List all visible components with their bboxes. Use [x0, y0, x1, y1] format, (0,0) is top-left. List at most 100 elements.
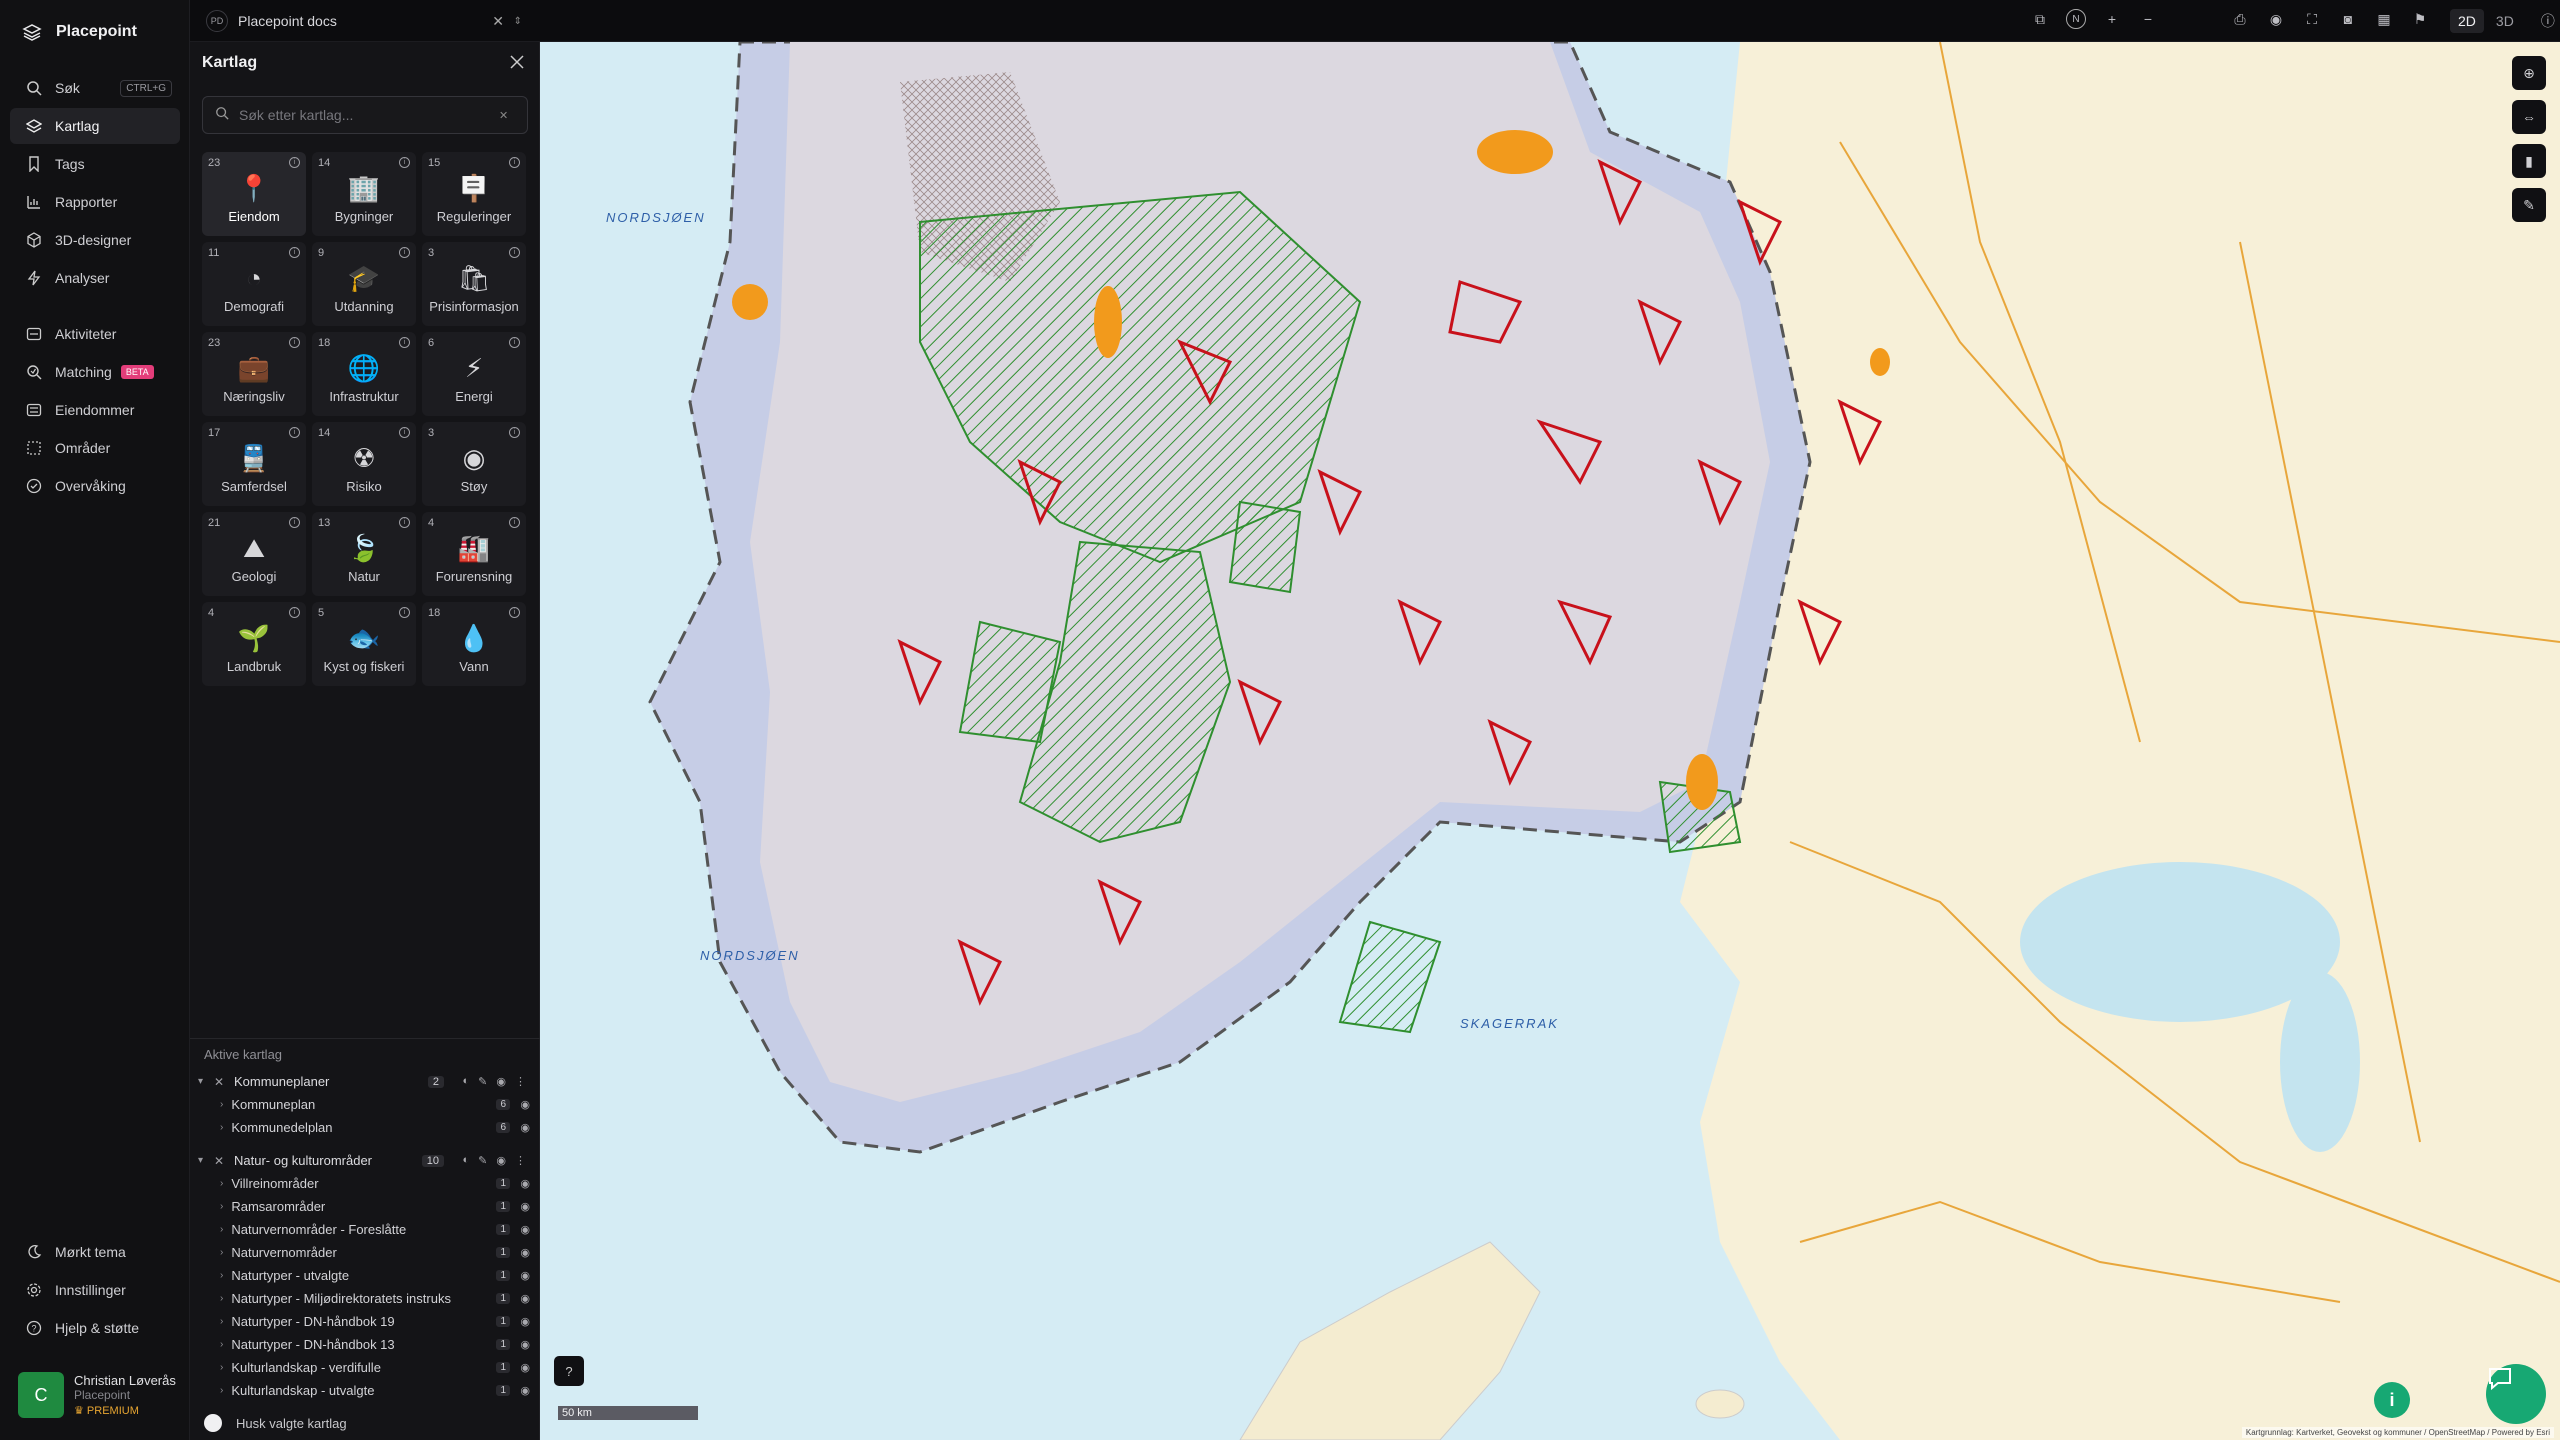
nav-item-monitoring[interactable]: Overvåking — [10, 468, 180, 504]
eye-icon[interactable]: ◉ — [520, 1315, 530, 1328]
chevron-down-icon[interactable]: ▾ — [198, 1155, 210, 1166]
chevron-right-icon[interactable]: › — [220, 1099, 223, 1110]
fullscreen-icon[interactable]: ⛶ — [2302, 9, 2322, 29]
layer-item[interactable]: › Naturtyper - utvalgte 1 ◉ — [190, 1264, 540, 1287]
clear-icon[interactable]: ✕ — [499, 109, 508, 122]
mode-3d-button[interactable]: 3D — [2488, 9, 2522, 33]
nav-item-analyses[interactable]: Analyser — [10, 260, 180, 296]
draw-icon[interactable]: ✎ — [2512, 188, 2546, 222]
eye-icon[interactable]: ◉ — [520, 1121, 530, 1134]
layer-item[interactable]: › Villreinområder 1 ◉ — [190, 1172, 540, 1195]
chevron-updown-icon[interactable]: ⇕ — [514, 16, 522, 27]
nav-item-3d-designer[interactable]: 3D-designer — [10, 222, 180, 258]
map-help-button[interactable]: ? — [554, 1356, 584, 1386]
info-icon[interactable]: i — [509, 427, 520, 438]
info-icon[interactable]: i — [399, 247, 410, 258]
remove-icon[interactable]: ✕ — [214, 1154, 228, 1168]
info-icon[interactable]: i — [509, 157, 520, 168]
info-icon[interactable]: i — [399, 337, 410, 348]
brand[interactable]: Placepoint — [22, 22, 137, 42]
nav-item-help[interactable]: ? Hjelp & støtte — [10, 1310, 180, 1346]
info-icon[interactable]: i — [289, 517, 300, 528]
chat-button[interactable] — [2486, 1364, 2546, 1424]
info-icon[interactable]: i — [289, 337, 300, 348]
chevron-right-icon[interactable]: › — [220, 1224, 223, 1235]
category-tile[interactable]: 3 i 🛍 Prisinformasjon — [422, 242, 526, 326]
info-icon[interactable]: i — [399, 427, 410, 438]
eye-icon[interactable]: ◉ — [520, 1223, 530, 1236]
nav-item-layers[interactable]: Kartlag — [10, 108, 180, 144]
close-icon[interactable] — [507, 52, 527, 72]
category-tile[interactable]: 3 i ◉ Støy — [422, 422, 526, 506]
eye-icon[interactable]: ◉ — [520, 1246, 530, 1259]
nav-item-dark-theme[interactable]: Mørkt tema — [10, 1234, 180, 1270]
layers-stack-icon[interactable]: ⧉ — [2030, 9, 2050, 29]
eye-icon[interactable]: ◉ — [520, 1338, 530, 1351]
remember-toggle[interactable] — [204, 1414, 222, 1432]
layer-item[interactable]: › Kulturlandskap - verdifulle 1 ◉ — [190, 1356, 540, 1379]
info-icon[interactable]: i — [509, 517, 520, 528]
info-icon[interactable]: ⓘ — [2538, 11, 2558, 31]
category-tile[interactable]: 11 i ◔ Demografi — [202, 242, 306, 326]
category-tile[interactable]: 14 i 🏢 Bygninger — [312, 152, 416, 236]
category-tile[interactable]: 4 i 🌱 Landbruk — [202, 602, 306, 686]
chevron-right-icon[interactable]: › — [220, 1201, 223, 1212]
more-icon[interactable]: ⋮ — [515, 1075, 526, 1088]
map-canvas[interactable]: NORDSJØEN NORDSJØEN SKAGERRAK ⊕ ⇔ ▮ ✎ ? … — [540, 42, 2560, 1440]
chevron-right-icon[interactable]: › — [220, 1385, 223, 1396]
category-tile[interactable]: 18 i 💧 Vann — [422, 602, 526, 686]
eye-icon[interactable]: ◉ — [520, 1361, 530, 1374]
info-icon[interactable]: i — [289, 427, 300, 438]
category-tile[interactable]: 6 i ⚡ Energi — [422, 332, 526, 416]
info-icon[interactable]: i — [509, 337, 520, 348]
opacity-icon[interactable]: ◐ — [463, 1154, 470, 1167]
nav-item-properties[interactable]: Eiendommer — [10, 392, 180, 428]
print-icon[interactable]: ⎙ — [2230, 9, 2250, 29]
document-tab[interactable]: PD Placepoint docs ✕ ⇕ — [206, 6, 524, 36]
nav-item-tags[interactable]: Tags — [10, 146, 180, 182]
nav-item-matching[interactable]: Matching BETA — [10, 354, 180, 390]
layer-item[interactable]: › Naturvernområder 1 ◉ — [190, 1241, 540, 1264]
eye-icon[interactable]: ◉ — [520, 1098, 530, 1111]
edit-icon[interactable]: ✎ — [478, 1075, 487, 1088]
eye-icon[interactable]: ◉ — [496, 1075, 506, 1088]
eye-icon[interactable]: ◉ — [2266, 9, 2286, 29]
category-tile[interactable]: 15 i 🪧 Reguleringer — [422, 152, 526, 236]
zoom-in-icon[interactable]: + — [2102, 9, 2122, 29]
close-icon[interactable]: ✕ — [492, 13, 504, 30]
edit-icon[interactable]: ✎ — [478, 1154, 487, 1167]
mode-2d-button[interactable]: 2D — [2450, 9, 2484, 33]
info-icon[interactable]: i — [399, 517, 410, 528]
nav-item-areas[interactable]: Områder — [10, 430, 180, 466]
user-profile[interactable]: C Christian Løverås Placepoint ♛ PREMIUM — [18, 1372, 176, 1418]
chevron-right-icon[interactable]: › — [220, 1316, 223, 1327]
category-tile[interactable]: 4 i 🏭 Forurensning — [422, 512, 526, 596]
layers-search-icon[interactable]: ⊕ — [2512, 56, 2546, 90]
layer-item[interactable]: › Kommuneplan 6 ◉ — [190, 1093, 540, 1116]
layer-item[interactable]: › Ramsarområder 1 ◉ — [190, 1195, 540, 1218]
category-tile[interactable]: 5 i 🐟 Kyst og fiskeri — [312, 602, 416, 686]
info-icon[interactable]: i — [509, 607, 520, 618]
layer-item[interactable]: › Naturtyper - DN-håndbok 13 1 ◉ — [190, 1333, 540, 1356]
remember-layers[interactable]: Husk valgte kartlag — [204, 1414, 347, 1432]
layer-item[interactable]: › Naturvernområder - Foreslåtte 1 ◉ — [190, 1218, 540, 1241]
zoom-out-icon[interactable]: − — [2138, 9, 2158, 29]
chevron-right-icon[interactable]: › — [220, 1270, 223, 1281]
eye-icon[interactable]: ◉ — [520, 1269, 530, 1282]
info-icon[interactable]: i — [289, 157, 300, 168]
layer-item[interactable]: › Kommunedelplan 6 ◉ — [190, 1116, 540, 1139]
eye-icon[interactable]: ◉ — [520, 1200, 530, 1213]
category-tile[interactable]: 14 i ☢ Risiko — [312, 422, 416, 506]
info-icon[interactable]: i — [289, 247, 300, 258]
chevron-right-icon[interactable]: › — [220, 1122, 223, 1133]
layer-item[interactable]: › Naturtyper - DN-håndbok 19 1 ◉ — [190, 1310, 540, 1333]
category-tile[interactable]: 17 i 🚆 Samferdsel — [202, 422, 306, 506]
remove-icon[interactable]: ✕ — [214, 1075, 228, 1089]
chevron-right-icon[interactable]: › — [220, 1293, 223, 1304]
eye-icon[interactable]: ◉ — [520, 1292, 530, 1305]
nav-item-settings[interactable]: Innstillinger — [10, 1272, 180, 1308]
layer-item[interactable]: › Kulturlandskap - utvalgte 1 ◉ — [190, 1379, 540, 1402]
info-button[interactable]: i — [2374, 1382, 2410, 1418]
layer-group[interactable]: ▾ ✕ Natur- og kulturområder 10 ◐ ✎ ◉ ⋮ — [190, 1149, 540, 1172]
category-tile[interactable]: 9 i 🎓 Utdanning — [312, 242, 416, 326]
